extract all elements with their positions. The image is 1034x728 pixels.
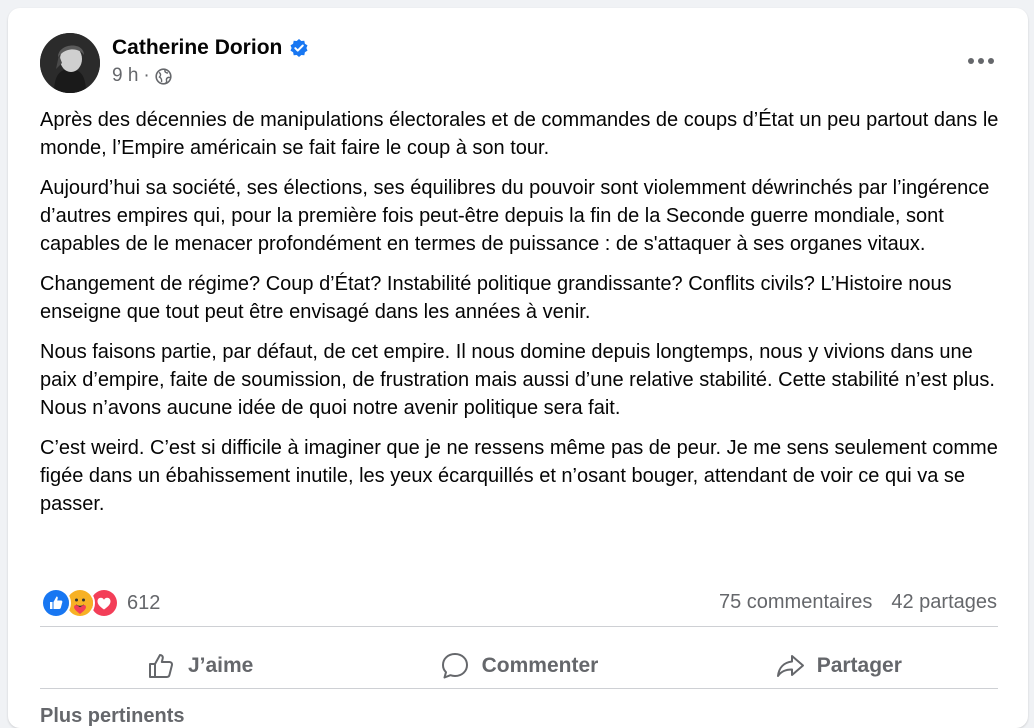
post-paragraph: Nous faisons partie, par défaut, de cet …	[40, 341, 995, 419]
verified-badge-icon	[289, 38, 309, 58]
post-card: Catherine Dorion 9 h · Après des décenni…	[8, 8, 1028, 728]
globe-icon[interactable]	[155, 67, 172, 85]
share-button-label: Partager	[816, 654, 902, 677]
post-meta: 9 h ·	[112, 65, 172, 87]
more-options-button[interactable]	[964, 44, 998, 78]
meta-separator: ·	[143, 65, 150, 86]
author-name-text[interactable]: Catherine Dorion	[112, 36, 282, 60]
reactions-summary[interactable]: 612	[41, 588, 160, 618]
comments-count-link[interactable]: 75 commentaires	[719, 591, 872, 614]
more-dots-icon	[968, 58, 994, 64]
share-button[interactable]: Partager	[679, 640, 998, 692]
comment-button[interactable]: Commenter	[359, 640, 678, 692]
post-paragraph: C’est weird. C’est si difficile à imagin…	[40, 437, 998, 515]
post-body: Après des décennies de manipulations éle…	[40, 106, 1010, 530]
comment-button-label: Commenter	[481, 654, 599, 677]
post-actions: J’aime Commenter Partager	[40, 640, 998, 692]
comment-bubble-icon	[441, 653, 468, 679]
divider	[40, 626, 998, 627]
post-paragraph: Changement de régime? Coup d’État? Insta…	[40, 273, 952, 323]
share-arrow-icon	[776, 655, 804, 677]
post-paragraph: Aujourd’hui sa société, ses élections, s…	[40, 177, 990, 255]
shares-count-link[interactable]: 42 partages	[891, 591, 997, 614]
author-name[interactable]: Catherine Dorion	[112, 36, 309, 60]
post-stats: 75 commentaires 42 partages	[719, 591, 997, 614]
post-paragraph: Après des décennies de manipulations éle…	[40, 109, 999, 159]
like-icon	[41, 588, 71, 618]
divider	[40, 688, 998, 689]
comments-sort-button[interactable]: Plus pertinents	[40, 705, 184, 728]
avatar[interactable]	[40, 33, 100, 93]
like-button[interactable]: J’aime	[40, 640, 359, 692]
thumbs-up-icon	[148, 654, 173, 678]
reaction-count[interactable]: 612	[127, 592, 160, 615]
like-button-label: J’aime	[187, 654, 254, 677]
post-time[interactable]: 9 h	[112, 65, 138, 87]
